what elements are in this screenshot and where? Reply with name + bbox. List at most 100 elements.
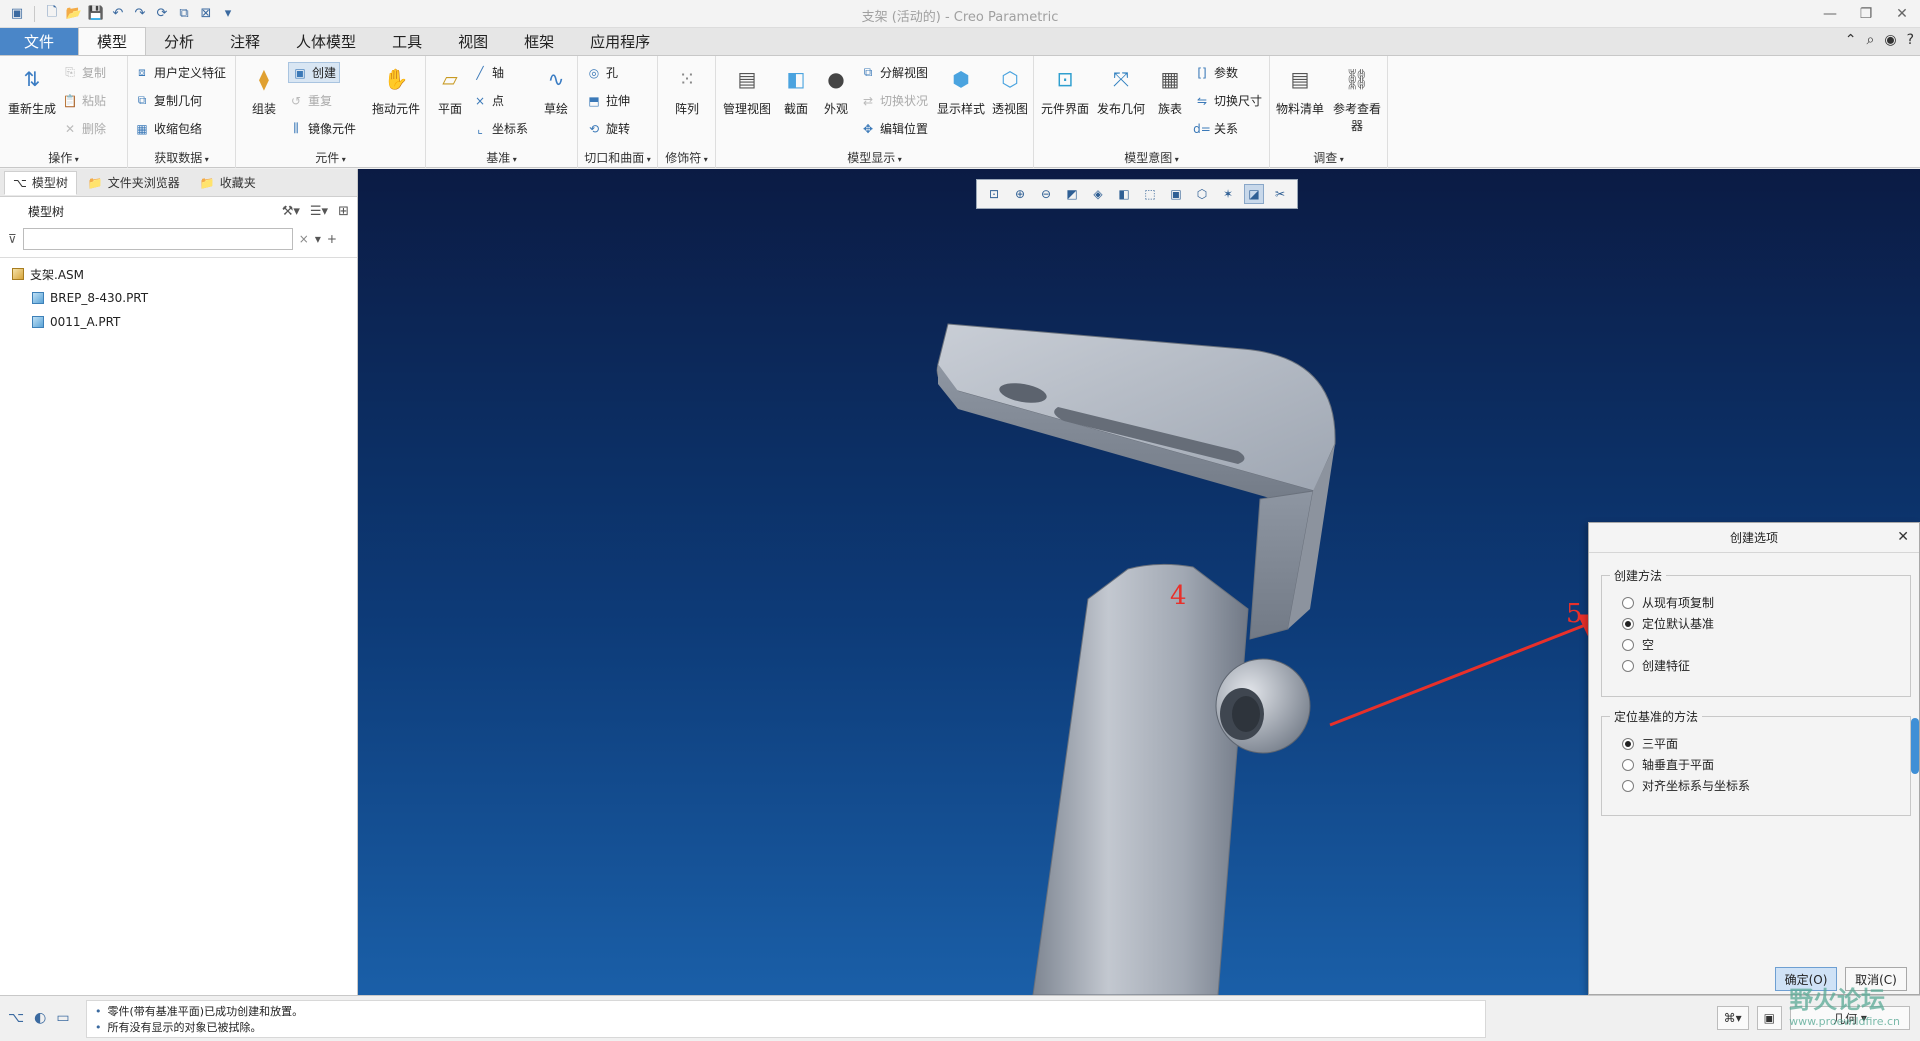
relations-button[interactable]: d= 关系 <box>1193 120 1238 137</box>
reference-viewer-button[interactable]: ⛓ 参考查看 器 <box>1328 62 1386 134</box>
clear-icon[interactable]: × <box>299 232 309 246</box>
help-icon[interactable]: ? <box>1907 32 1914 48</box>
filter-icon[interactable]: ⊽ <box>8 232 17 246</box>
group-label[interactable]: 模型显示 <box>716 149 1033 166</box>
delete-button[interactable]: ✕ 删除 <box>62 120 106 137</box>
radio-axis-normal-to-plane[interactable]: 轴垂直于平面 <box>1622 756 1714 773</box>
community-icon[interactable]: ◉ <box>1884 32 1896 48</box>
group-label[interactable]: 元件 <box>236 149 425 166</box>
mirror-component-button[interactable]: ⫼ 镜像元件 <box>288 120 356 137</box>
close-icon[interactable]: ✕ <box>1897 529 1909 545</box>
appearance-button[interactable]: ● 外观 <box>816 62 856 117</box>
find-icon[interactable]: ⌘▾ <box>1716 1006 1749 1030</box>
tab-tools[interactable]: 工具 <box>374 28 440 55</box>
axis-button[interactable]: ╱ 轴 <box>472 64 504 81</box>
pattern-button[interactable]: ⁙ 阵列 <box>666 62 708 117</box>
component-interface-button[interactable]: ⊡ 元件界面 <box>1038 62 1092 117</box>
group-label[interactable]: 基准 <box>426 149 577 166</box>
tree-columns-icon[interactable]: ⊞ <box>338 204 349 219</box>
publish-geometry-button[interactable]: ⤧ 发布几何 <box>1094 62 1148 117</box>
chevron-down-icon[interactable]: ▾ <box>315 232 321 246</box>
redo-icon[interactable]: ↷ <box>131 5 149 23</box>
save-icon[interactable]: 💾 <box>87 5 105 23</box>
collapse-ribbon-icon[interactable]: ⌃ <box>1845 32 1857 48</box>
shrinkwrap-button[interactable]: ▦ 收缩包络 <box>134 120 202 137</box>
tab-framework[interactable]: 框架 <box>506 28 572 55</box>
app-menu-icon[interactable]: ▣ <box>8 5 26 23</box>
tab-annotate[interactable]: 注释 <box>212 28 278 55</box>
tab-file[interactable]: 文件 <box>0 28 78 55</box>
copy-geometry-button[interactable]: ⧉ 复制几何 <box>134 92 202 109</box>
close-icon[interactable]: ✕ <box>1884 0 1920 28</box>
tree-item-part[interactable]: 0011_A.PRT <box>0 310 357 334</box>
radio-empty[interactable]: 空 <box>1622 636 1654 653</box>
open-file-icon[interactable]: 📂 <box>65 5 83 23</box>
point-button[interactable]: × 点 <box>472 92 504 109</box>
switch-dimensions-button[interactable]: ⇋ 切换尺寸 <box>1194 92 1262 109</box>
group-label[interactable]: 操作 <box>0 149 127 166</box>
selected-items-icon[interactable]: ▣ <box>1756 1006 1782 1030</box>
tree-item-assembly[interactable]: 支架.ASM <box>0 262 357 286</box>
create-component-button[interactable]: ▣ 创建 <box>288 62 341 83</box>
edit-position-button[interactable]: ✥ 编辑位置 <box>860 120 928 137</box>
radio-three-planes[interactable]: 三平面 <box>1622 735 1678 752</box>
manage-views-button[interactable]: ▤ 管理视图 <box>720 62 774 117</box>
parameters-button[interactable]: [] 参数 <box>1194 64 1238 81</box>
plane-button[interactable]: ▱ 平面 <box>430 62 470 117</box>
toggle-status-button[interactable]: ⇄ 切换状况 <box>860 92 928 109</box>
display-style-button[interactable]: ⬢ 显示样式 <box>934 62 988 117</box>
perspective-button[interactable]: ⬡ 透视图 <box>988 62 1032 117</box>
browser-toggle-icon[interactable]: ◐ <box>34 1010 46 1026</box>
search-icon[interactable]: ⌕ <box>1867 32 1875 48</box>
restore-icon[interactable]: ❐ <box>1848 0 1884 28</box>
drag-components-button[interactable]: ✋ 拖动元件 <box>368 62 424 117</box>
tab-model[interactable]: 模型 <box>78 27 147 55</box>
paste-button[interactable]: 📋 粘贴 <box>62 92 107 109</box>
tab-folder-browser[interactable]: 📁 文件夹浏览器 <box>79 171 189 195</box>
navigator-toggle-icon[interactable]: ⌥ <box>8 1010 24 1026</box>
tab-analysis[interactable]: 分析 <box>146 28 212 55</box>
settings-tools-icon[interactable]: ⚒▾ <box>282 204 300 219</box>
new-file-icon[interactable]: 🗋 <box>43 5 61 23</box>
tab-applications[interactable]: 应用程序 <box>572 28 668 55</box>
repeat-button[interactable]: ↺ 重复 <box>288 92 332 109</box>
revolve-button[interactable]: ⟲ 旋转 <box>586 120 630 137</box>
group-label[interactable]: 调查 <box>1270 149 1387 166</box>
undo-icon[interactable]: ↶ <box>109 5 127 23</box>
close-window-icon[interactable]: ⊠ <box>197 5 215 23</box>
show-options-icon[interactable]: ☰▾ <box>310 204 328 219</box>
tab-favorites[interactable]: 📁 收藏夹 <box>191 171 265 195</box>
minimize-icon[interactable]: — <box>1812 0 1848 28</box>
tree-item-part[interactable]: BREP_8-430.PRT <box>0 286 357 310</box>
copy-button[interactable]: ⎘ 复制 <box>62 64 106 81</box>
family-table-button[interactable]: ▦ 族表 <box>1150 62 1190 117</box>
radio-align-csys-to-csys[interactable]: 对齐坐标系与坐标系 <box>1622 777 1750 794</box>
search-input[interactable] <box>22 228 293 250</box>
extrude-button[interactable]: ⬒ 拉伸 <box>586 92 630 109</box>
group-label[interactable]: 修饰符 <box>658 149 715 166</box>
exploded-view-button[interactable]: ⧉ 分解视图 <box>860 64 928 81</box>
section-button[interactable]: ◧ 截面 <box>776 62 816 117</box>
assemble-button[interactable]: ⧫ 组装 <box>242 62 286 117</box>
radio-create-features[interactable]: 创建特征 <box>1622 657 1690 674</box>
customize-chevron-down-icon[interactable]: ▾ <box>219 5 237 23</box>
tab-view[interactable]: 视图 <box>440 28 506 55</box>
add-icon[interactable]: + <box>327 232 337 246</box>
group-label[interactable]: 获取数据 <box>128 149 235 166</box>
radio-locate-default-datums[interactable]: 定位默认基准 <box>1622 615 1714 632</box>
hole-button[interactable]: ◎ 孔 <box>586 64 618 81</box>
regenerate-button[interactable]: ⇅ 重新生成 <box>6 62 58 117</box>
tab-manikin[interactable]: 人体模型 <box>278 28 374 55</box>
sketch-button[interactable]: ∿ 草绘 <box>536 62 576 117</box>
fullscreen-icon[interactable]: ▭ <box>56 1010 69 1026</box>
regenerate-icon[interactable]: ⟳ <box>153 5 171 23</box>
dialog-scrollbar[interactable] <box>1911 718 1919 774</box>
windows-icon[interactable]: ⧉ <box>175 5 193 23</box>
coord-sys-button[interactable]: ⌞ 坐标系 <box>472 120 528 137</box>
group-label[interactable]: 切口和曲面 <box>578 149 657 166</box>
group-label[interactable]: 模型意图 <box>1034 149 1269 166</box>
tab-model-tree[interactable]: ⌥ 模型树 <box>4 170 77 195</box>
udf-button[interactable]: ⧈ 用户定义特征 <box>134 64 226 81</box>
bom-button[interactable]: ▤ 物料清单 <box>1272 62 1328 117</box>
radio-copy-from-existing[interactable]: 从现有项复制 <box>1622 594 1714 611</box>
